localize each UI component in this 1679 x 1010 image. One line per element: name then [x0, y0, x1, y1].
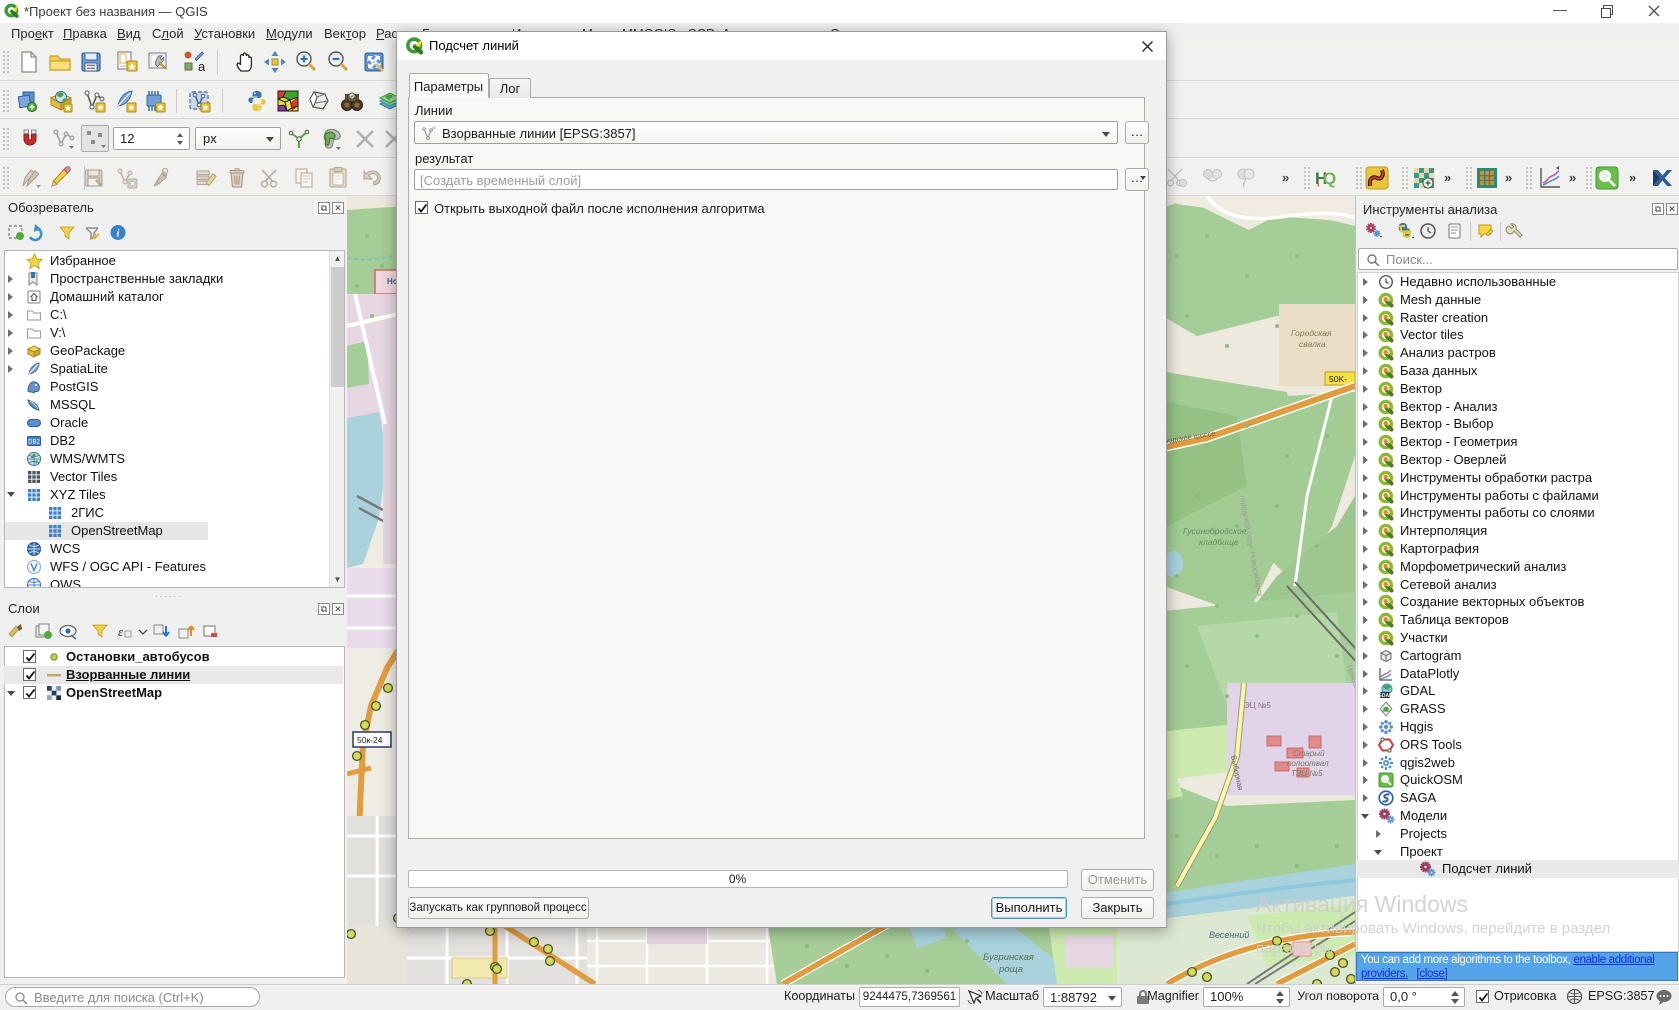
svg-text:50K-: 50K-	[1329, 374, 1347, 384]
svg-text:ТЭЦ №5: ТЭЦ №5	[1291, 769, 1323, 778]
svg-text:GDAL: GDAL	[1378, 693, 1392, 699]
svg-text:Городская: Городская	[1291, 328, 1332, 338]
svg-text:Старый: Старый	[1293, 749, 1325, 758]
svg-text:полоотвал: полоотвал	[1287, 759, 1329, 768]
svg-text:DB2: DB2	[28, 440, 40, 446]
svg-text:Бугринская: Бугринская	[983, 952, 1034, 963]
svg-text:кладбище: кладбище	[1199, 537, 1239, 547]
svg-text:Q: Q	[1323, 169, 1336, 188]
svg-text:роща: роща	[998, 964, 1023, 975]
svg-text:a: a	[198, 59, 205, 74]
svg-text:50к-24: 50к-24	[357, 735, 383, 745]
svg-text:Весенний: Весенний	[1209, 930, 1249, 940]
svg-text:свалка: свалка	[1299, 339, 1326, 349]
svg-text:ε: ε	[118, 624, 124, 639]
